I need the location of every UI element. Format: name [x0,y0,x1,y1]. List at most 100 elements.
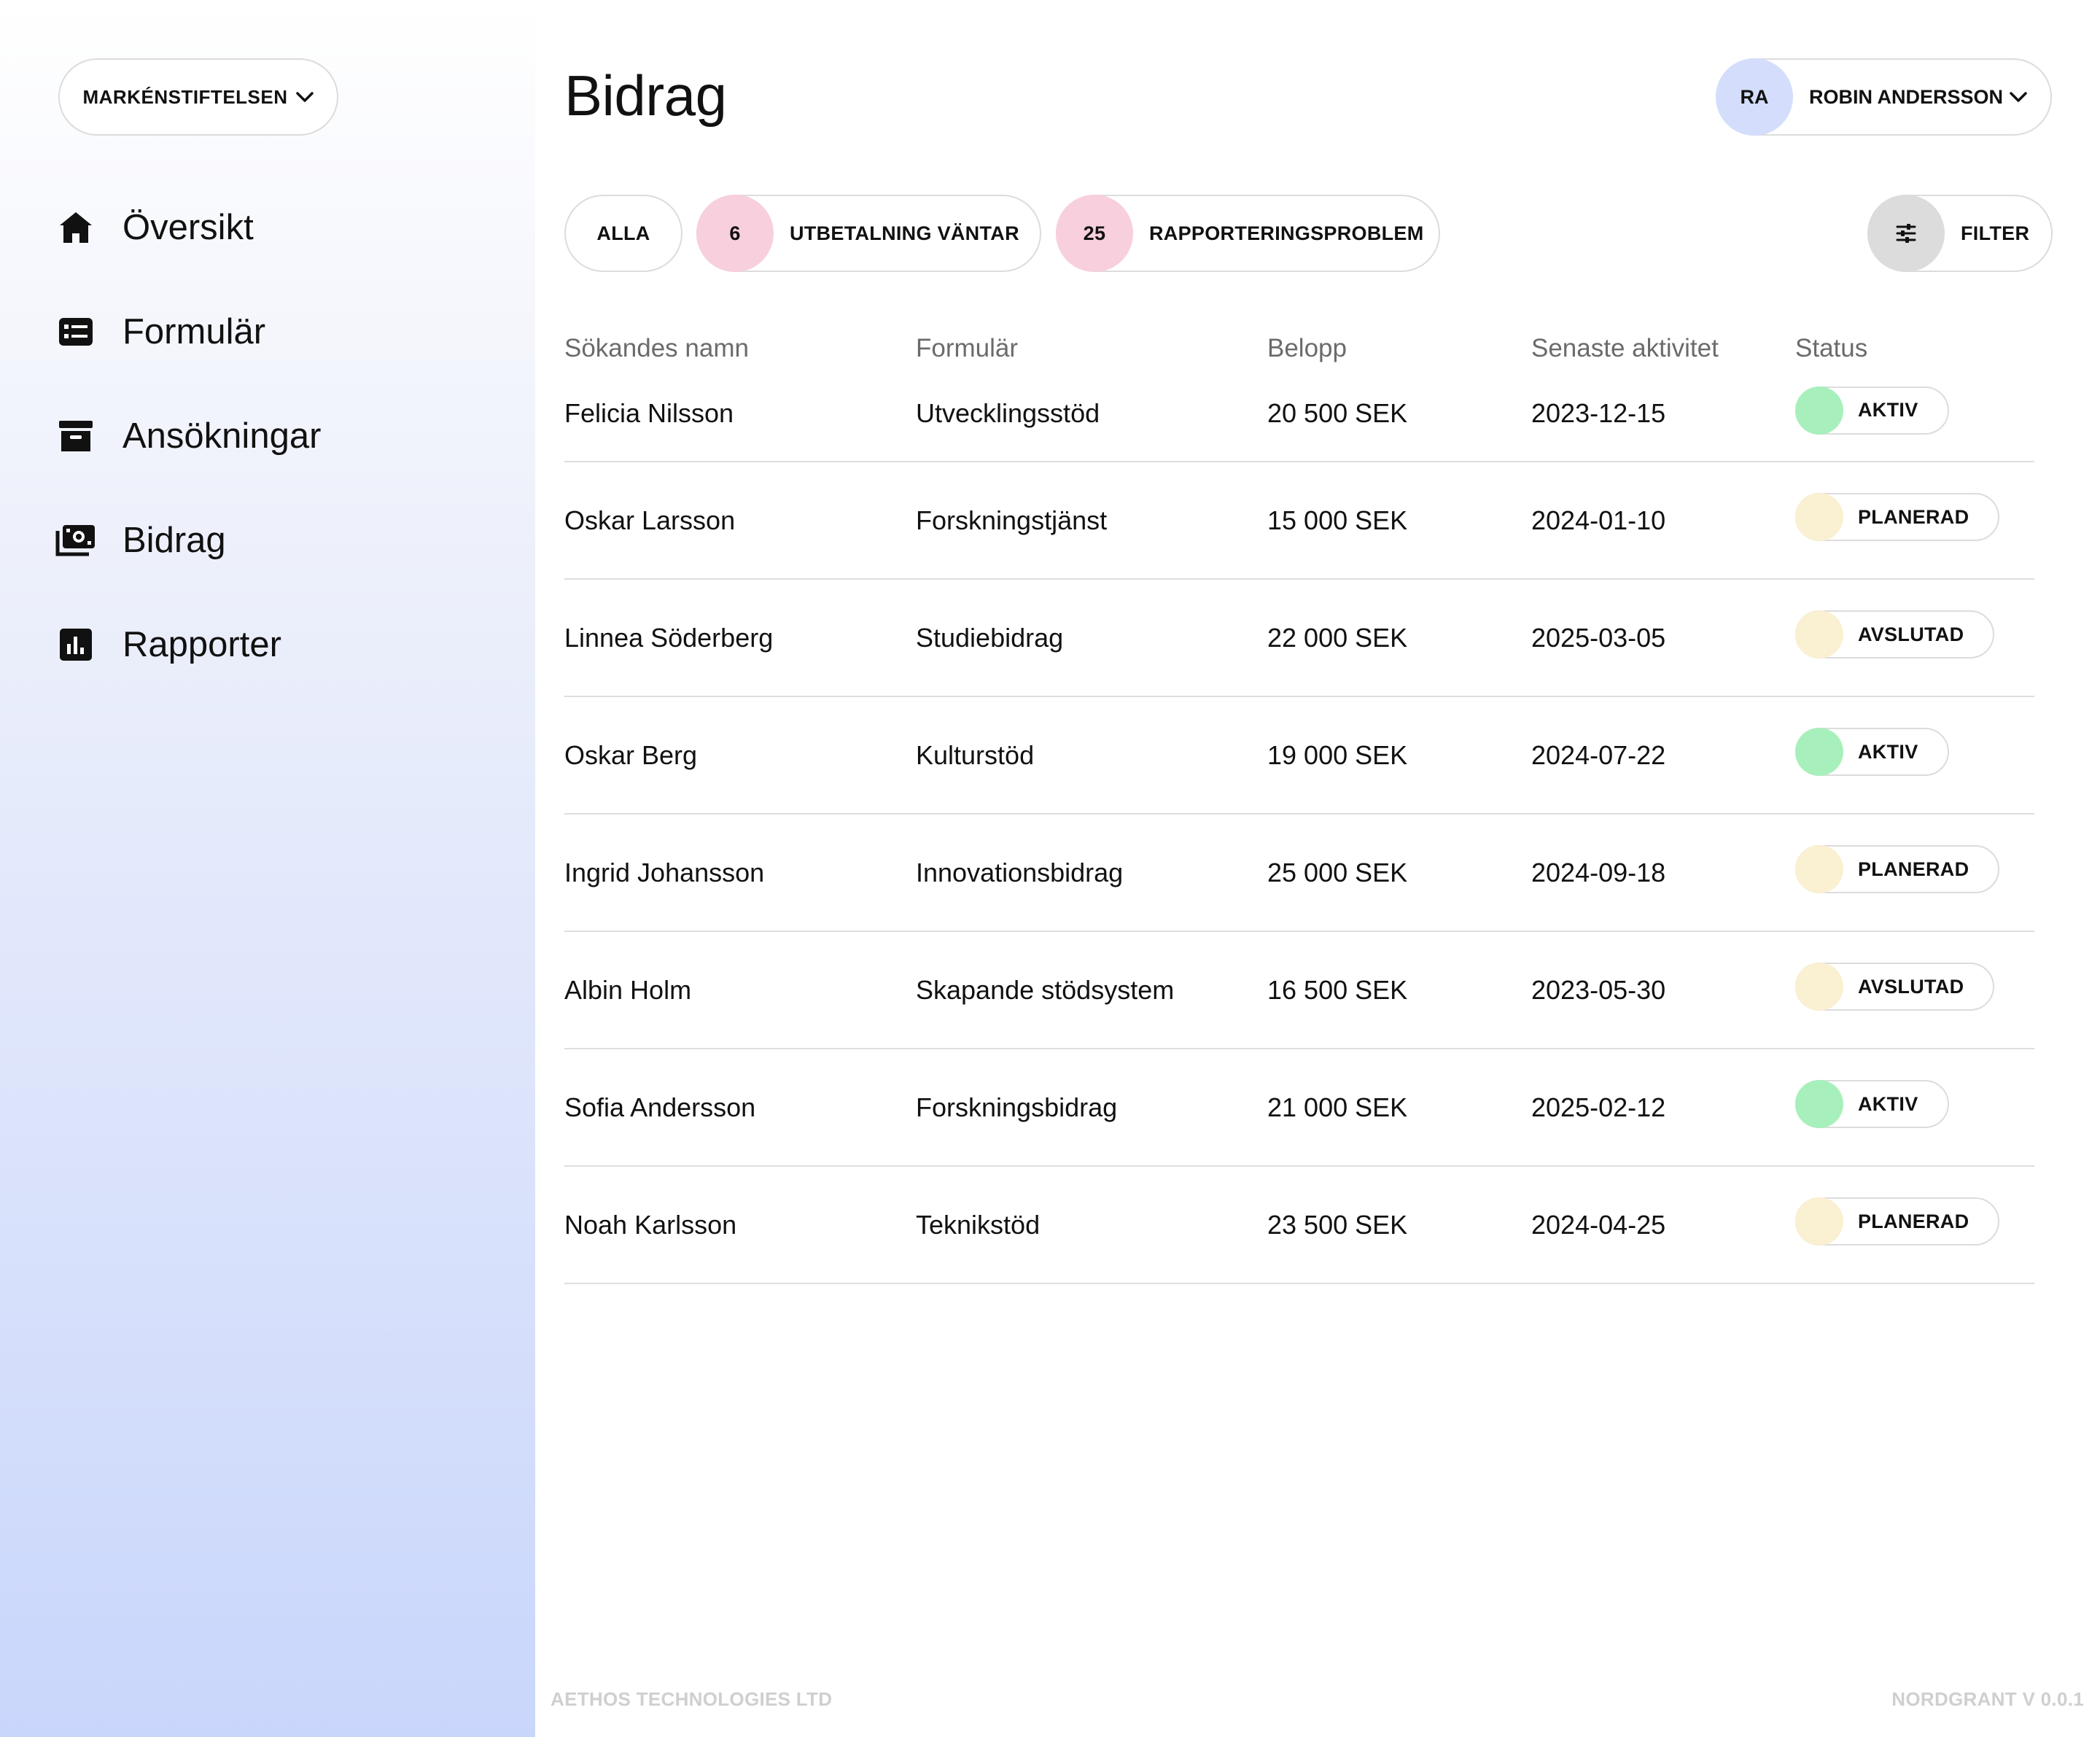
table-row[interactable]: Felicia Nilsson Utvecklingsstöd 20 500 SEK… [564,366,2034,462]
sidebar-item-label: Formulär [122,311,266,351]
sidebar-item-rapporter[interactable]: Rapporter [55,592,321,696]
cell-form: Innovationsbidrag [916,857,1124,887]
table-row[interactable]: Linnea Söderberg Studiebidrag 22 000 SEK 20… [564,580,2034,697]
table-row[interactable]: Oskar Larsson Forskningstjänst 15 000 SEK 2… [564,462,2034,580]
table-row[interactable]: Sofia Andersson Forskningsbidrag 21 000 SE… [564,1049,2034,1167]
status-label: AVSLUTAD [1858,623,1964,645]
status-label: AVSLUTAD [1858,975,1964,998]
filter-button-label: FILTER [1961,222,2030,244]
chevron-down-icon [295,92,314,102]
cell-name: Noah Karlsson [564,1209,737,1240]
cell-date: 2025-03-05 [1531,622,1666,653]
cell-form: Skapande stödsystem [916,974,1175,1005]
grants-table: Sökandes namn Formulär Belopp Senaste ak… [564,319,2034,1284]
avatar: RA [1716,58,1793,136]
cell-amount: 19 000 SEK [1267,739,1408,770]
filter-button[interactable]: FILTER [1867,195,2053,272]
user-menu[interactable]: RA ROBIN ANDERSSON [1716,58,2052,136]
status-badge: AVSLUTAD [1795,963,1995,1011]
cell-status: AKTIV [1795,728,2034,782]
filter-chip-label: ALLA [596,222,650,244]
sidebar-item-label: Översikt [122,207,254,247]
cell-form: Forskningsbidrag [916,1092,1118,1122]
filter-chip-label: UTBETALNING VÄNTAR [790,222,1019,244]
status-label: PLANERAD [1858,1210,1969,1232]
status-dot-icon [1795,845,1843,893]
user-name-label: ROBIN ANDERSSON [1809,85,2004,108]
cell-form: Teknikstöd [916,1209,1041,1240]
column-header-name[interactable]: Sökandes namn [564,334,916,363]
cell-name: Linnea Söderberg [564,622,774,653]
cell-name: Oskar Larsson [564,505,736,535]
org-name: MARKÉNSTIFTELSEN [82,85,288,108]
sidebar-item-label: Rapporter [122,624,281,664]
cell-name: Sofia Andersson [564,1092,756,1122]
table-row[interactable]: Noah Karlsson Teknikstöd 23 500 SEK 2024-04… [564,1167,2034,1284]
cell-amount: 20 500 SEK [1267,398,1408,428]
sidebar-item-ansokningar[interactable]: Ansökningar [55,384,321,488]
cell-date: 2023-12-15 [1531,398,1666,428]
status-badge: PLANERAD [1795,1197,2000,1246]
filter-chip-all[interactable]: ALLA [564,195,682,272]
cell-amount: 25 000 SEK [1267,857,1408,887]
sidebar: MARKÉNSTIFTELSEN Översikt Formulär Ansök… [0,0,535,1737]
money-icon [55,520,96,561]
filter-chip-payment-pending[interactable]: 6 UTBETALNING VÄNTAR [696,195,1041,272]
cell-status: AVSLUTAD [1795,610,2034,665]
cell-name: Ingrid Johansson [564,857,765,887]
status-dot-icon [1795,493,1843,541]
column-header-status[interactable]: Status [1795,334,2034,363]
form-icon [55,311,96,352]
column-header-amount[interactable]: Belopp [1267,334,1531,363]
sidebar-nav: Översikt Formulär Ansökningar Bidrag Rap… [55,175,321,696]
table-row[interactable]: Ingrid Johansson Innovationsbidrag 25 000 … [564,815,2034,932]
chart-icon [55,624,96,665]
table-row[interactable]: Oskar Berg Kulturstöd 19 000 SEK 2024-07-22… [564,697,2034,815]
status-dot-icon [1795,386,1843,435]
status-badge: AKTIV [1795,728,1949,776]
cell-status: PLANERAD [1795,493,2034,548]
status-badge: AKTIV [1795,1080,1949,1128]
sidebar-item-label: Ansökningar [122,416,322,456]
status-badge: PLANERAD [1795,845,2000,893]
cell-form: Kulturstöd [916,739,1035,770]
sidebar-item-formular[interactable]: Formulär [55,279,321,384]
status-badge: PLANERAD [1795,493,2000,541]
sidebar-item-label: Bidrag [122,520,226,560]
cell-amount: 21 000 SEK [1267,1092,1408,1122]
sidebar-item-oversikt[interactable]: Översikt [55,175,321,279]
status-label: AKTIV [1858,399,1918,421]
filter-chip-label: RAPPORTERINGSPROBLEM [1149,222,1424,244]
chevron-down-icon [2010,92,2027,102]
column-header-activity[interactable]: Senaste aktivitet [1531,334,1795,363]
table-row[interactable]: Albin Holm Skapande stödsystem 16 500 SEK 2… [564,932,2034,1049]
status-dot-icon [1795,963,1843,1011]
cell-status: AKTIV [1795,1080,2034,1135]
status-dot-icon [1795,610,1843,658]
cell-form: Studiebidrag [916,622,1064,653]
cell-amount: 22 000 SEK [1267,622,1408,653]
cell-status: PLANERAD [1795,845,2034,900]
archive-icon [55,416,96,456]
cell-date: 2025-02-12 [1531,1092,1666,1122]
count-badge: 6 [696,195,774,272]
footer-version: NORDGRANT V 0.0.1 [1891,1688,2084,1710]
cell-amount: 16 500 SEK [1267,974,1408,1005]
filter-chip-reporting-problems[interactable]: 25 RAPPORTERINGSPROBLEM [1056,195,1440,272]
table-body: Felicia Nilsson Utvecklingsstöd 20 500 SEK… [564,366,2034,1284]
cell-status: AKTIV [1795,386,2034,441]
count-badge: 25 [1056,195,1133,272]
cell-status: PLANERAD [1795,1197,2034,1252]
cell-date: 2024-01-10 [1531,505,1666,535]
cell-date: 2023-05-30 [1531,974,1666,1005]
sidebar-item-bidrag[interactable]: Bidrag [55,488,321,592]
page-title: Bidrag [564,63,727,128]
home-icon [55,207,96,248]
org-selector[interactable]: MARKÉNSTIFTELSEN [58,58,338,136]
cell-amount: 15 000 SEK [1267,505,1408,535]
sliders-icon [1867,195,1945,272]
status-badge: AVSLUTAD [1795,610,1995,658]
status-label: PLANERAD [1858,858,1969,880]
column-header-form[interactable]: Formulär [916,334,1267,363]
status-dot-icon [1795,1080,1843,1128]
